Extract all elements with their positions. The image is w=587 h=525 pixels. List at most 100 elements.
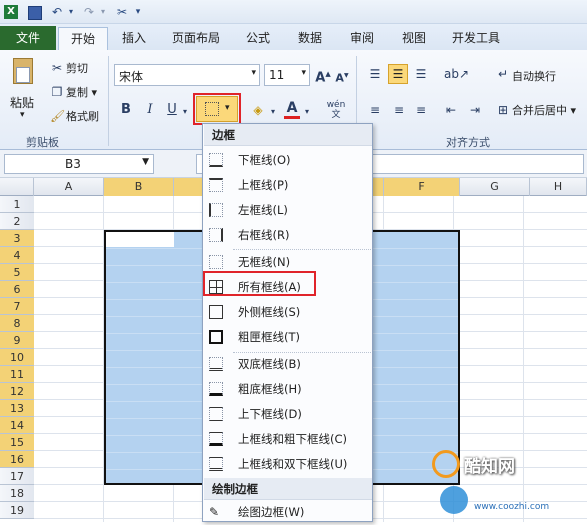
bold-button[interactable]: B [118, 102, 134, 118]
font-size-box[interactable]: 11 ▾ [264, 64, 310, 86]
row-header[interactable]: 11 [0, 366, 34, 383]
menu-item-left-border[interactable]: 左框线(L) [204, 198, 372, 223]
row-header[interactable]: 14 [0, 417, 34, 434]
row-header[interactable]: 18 [0, 485, 34, 502]
merge-center-button[interactable]: 合并后居中 ▾ [512, 102, 576, 118]
row-header[interactable]: 19 [0, 502, 34, 519]
chevron-down-icon[interactable]: ▼ [142, 157, 149, 167]
tab-formulas[interactable]: 公式 [236, 27, 280, 49]
chevron-down-icon[interactable]: ▾ [301, 68, 306, 78]
row-header[interactable]: 7 [0, 298, 34, 315]
row-header[interactable]: 3 [0, 230, 34, 247]
customize-toolbar-icon[interactable]: ▾ [132, 3, 144, 21]
fill-dropdown-icon[interactable]: ▾ [268, 104, 278, 120]
scissors-icon[interactable]: ✂ [50, 60, 64, 76]
phonetic-guide-icon[interactable]: wén 文 [324, 100, 348, 120]
align-left-icon[interactable]: ≡ [366, 102, 384, 118]
row-header[interactable]: 2 [0, 213, 34, 230]
menu-item-thick-bottom-border[interactable]: 粗底框线(H) [204, 377, 372, 402]
redo-icon[interactable]: ↷ [80, 3, 98, 21]
align-bottom-icon[interactable]: ☰ [412, 66, 430, 82]
fill-color-icon[interactable]: ◈ [250, 102, 266, 118]
font-name-box[interactable]: 宋体 ▾ [114, 64, 260, 86]
row-header[interactable]: 1 [0, 196, 34, 213]
wrap-text-icon[interactable]: ↵ [496, 66, 510, 82]
paste-dropdown-icon[interactable]: ▾ [20, 110, 25, 120]
tab-home[interactable]: 开始 [58, 27, 108, 52]
column-header[interactable]: B [104, 178, 174, 196]
format-painter-button[interactable]: 格式刷 [66, 108, 99, 124]
copy-button[interactable]: 复制 ▾ [66, 84, 97, 100]
column-header[interactable]: A [34, 178, 104, 196]
row-header[interactable]: 9 [0, 332, 34, 349]
underline-dropdown-icon[interactable]: ▾ [180, 104, 190, 120]
menu-item-top-border[interactable]: 上框线(P) [204, 173, 372, 198]
active-cell[interactable] [106, 232, 174, 247]
outside-borders-icon [209, 305, 223, 319]
column-header[interactable]: G [460, 178, 530, 196]
tab-insert[interactable]: 插入 [112, 27, 156, 49]
menu-item-thick-box-border[interactable]: 粗匣框线(T) [204, 325, 372, 350]
menu-item-bottom-double-border[interactable]: 双底框线(B) [204, 352, 372, 377]
row-header[interactable]: 10 [0, 349, 34, 366]
tab-page-layout[interactable]: 页面布局 [164, 27, 228, 49]
copy-icon[interactable]: ❐ [50, 84, 64, 100]
row-header[interactable]: 5 [0, 264, 34, 281]
row-header[interactable]: 15 [0, 434, 34, 451]
shrink-font-icon[interactable]: A▼ [334, 68, 350, 87]
column-header[interactable]: H [530, 178, 587, 196]
menu-section-borders: 边框 [204, 124, 372, 146]
row-header[interactable]: 6 [0, 281, 34, 298]
tools-icon[interactable]: ✂ [114, 3, 130, 21]
menu-item-outside-borders[interactable]: 外侧框线(S) [204, 300, 372, 325]
undo-dropdown-icon[interactable]: ▾ [66, 3, 76, 21]
menu-item-draw-border[interactable]: ✎ 绘图边框(W) [204, 500, 372, 525]
wrap-text-button[interactable]: 自动换行 [512, 68, 556, 84]
menu-item-right-border[interactable]: 右框线(R) [204, 223, 372, 248]
grow-font-icon[interactable]: A▲ [314, 66, 332, 86]
menu-item-top-bottom-border[interactable]: 上下框线(D) [204, 402, 372, 427]
clipboard-group-label: 剪贴板 [26, 136, 59, 149]
tab-developer[interactable]: 开发工具 [444, 27, 508, 49]
tab-view[interactable]: 视图 [392, 27, 436, 49]
name-box[interactable]: B3 ▼ [4, 154, 154, 174]
save-icon[interactable] [26, 3, 42, 21]
select-all-corner[interactable] [0, 178, 34, 196]
paste-button[interactable]: 粘贴 [10, 94, 34, 111]
font-color-dropdown-icon[interactable]: ▾ [302, 104, 312, 120]
increase-indent-icon[interactable]: ⇥ [466, 102, 484, 118]
chevron-down-icon[interactable]: ▾ [251, 68, 256, 78]
decrease-indent-icon[interactable]: ⇤ [442, 102, 460, 118]
align-center-icon[interactable]: ≡ [390, 102, 408, 118]
menu-item-bottom-border[interactable]: 下框线(O) [204, 148, 372, 173]
menu-item-label: 右框线(R) [238, 228, 290, 242]
italic-button[interactable]: I [142, 102, 158, 118]
undo-icon[interactable]: ↶ [48, 3, 66, 21]
align-top-icon[interactable]: ☰ [366, 66, 384, 82]
align-right-icon[interactable]: ≡ [412, 102, 430, 118]
paste-icon[interactable] [10, 58, 36, 88]
row-header[interactable]: 13 [0, 400, 34, 417]
menu-item-top-double-bottom-border[interactable]: 上框线和双下框线(U) [204, 452, 372, 477]
merge-center-icon[interactable]: ⊞ [496, 102, 510, 118]
underline-button[interactable]: U [164, 102, 180, 118]
top-double-bottom-border-icon [209, 457, 223, 471]
column-header[interactable]: F [384, 178, 460, 196]
watermark-site: www.coozhi.com [474, 502, 550, 512]
font-name-value: 宋体 [119, 70, 144, 84]
row-header[interactable]: 8 [0, 315, 34, 332]
row-header[interactable]: 12 [0, 383, 34, 400]
menu-item-top-thick-bottom-border[interactable]: 上框线和粗下框线(C) [204, 427, 372, 452]
redo-dropdown-icon[interactable]: ▾ [98, 3, 108, 21]
font-color-icon[interactable]: A [284, 100, 300, 119]
format-painter-icon[interactable]: 🖌 [50, 108, 65, 124]
orientation-icon[interactable]: ab↗ [444, 66, 469, 82]
cut-button[interactable]: 剪切 [66, 60, 88, 76]
tab-review[interactable]: 审阅 [340, 27, 384, 49]
row-header[interactable]: 17 [0, 468, 34, 485]
row-header[interactable]: 4 [0, 247, 34, 264]
tab-data[interactable]: 数据 [288, 27, 332, 49]
tab-file[interactable]: 文件 [0, 26, 56, 50]
row-header[interactable]: 16 [0, 451, 34, 468]
align-middle-icon[interactable]: ☰ [388, 64, 408, 84]
